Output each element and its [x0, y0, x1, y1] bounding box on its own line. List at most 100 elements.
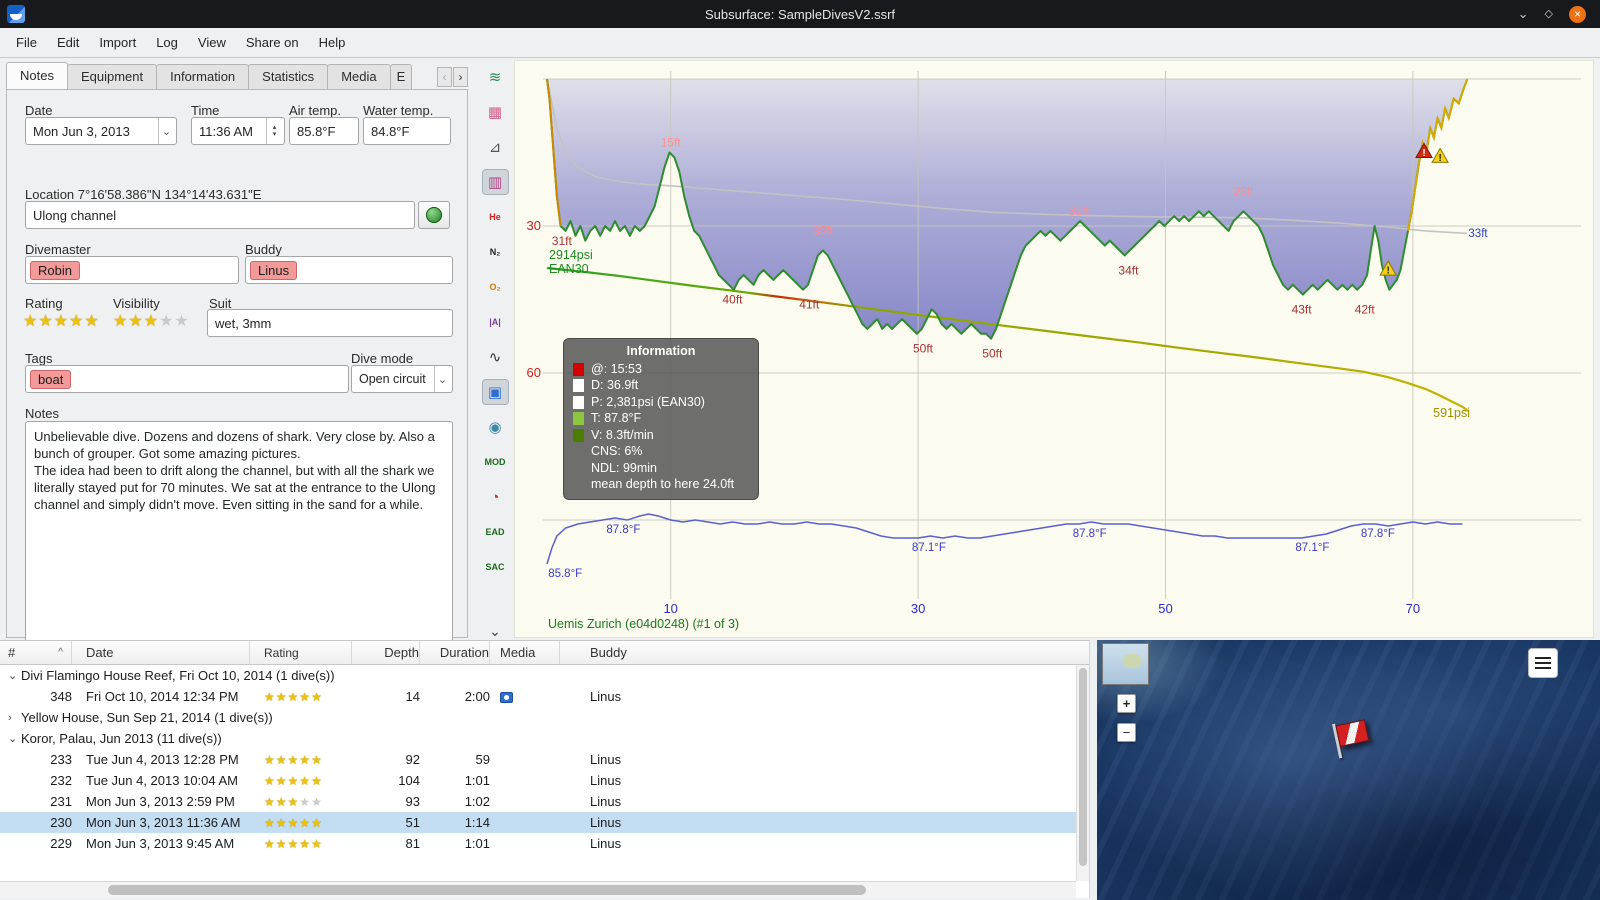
menu-file[interactable]: File [6, 31, 47, 54]
sac-icon[interactable]: SAC [482, 554, 509, 580]
svg-text:2914psi: 2914psi [549, 248, 593, 262]
column-header-buddy[interactable]: Buddy [560, 641, 1089, 664]
date-select[interactable]: Mon Jun 3, 2013 ⌄ [25, 117, 177, 145]
notes-label: Notes [25, 406, 59, 421]
scrollbar-thumb[interactable] [1079, 668, 1087, 866]
dive-row-230[interactable]: 230 Mon Jun 3, 2013 11:36 AM ★★★★★ 51 1:14 Li… [0, 812, 1076, 833]
tab-scroll-left-button[interactable]: ‹ [437, 67, 452, 87]
location-input[interactable]: Ulong channel [25, 201, 415, 229]
trip-row[interactable]: ⌄ Koror, Palau, Jun 2013 (11 dive(s)) [0, 728, 1076, 749]
helium-partial-pressure-icon[interactable]: He [482, 204, 509, 230]
rating-label: Rating [25, 296, 63, 311]
picture-heatmap-icon[interactable]: ▦ [482, 99, 509, 125]
gas-change-icon[interactable]: ◉ [482, 414, 509, 440]
nitrogen-partial-pressure-icon[interactable]: N₂ [482, 239, 509, 265]
legend-swatch [573, 412, 584, 425]
star-icon: ★ [264, 836, 276, 851]
map-zoom-out-button[interactable]: − [1117, 723, 1136, 742]
dive-row-232[interactable]: 232 Tue Jun 4, 2013 10:04 AM ★★★★★ 104 1:01 L… [0, 770, 1076, 791]
dive-list-vertical-scrollbar[interactable] [1076, 665, 1089, 881]
dive-list-header: # ^ Date Rating Depth Duration Media Buddy [0, 641, 1089, 665]
tab-notes[interactable]: Notes [6, 62, 68, 89]
air-density-icon[interactable]: |A| [482, 309, 509, 335]
column-header-rating[interactable]: Rating [250, 641, 352, 664]
dive-row-229[interactable]: 229 Mon Jun 3, 2013 9:45 AM ★★★★★ 81 1:01 Lin… [0, 833, 1076, 854]
map-zoom-in-button[interactable]: + [1117, 694, 1136, 713]
map-menu-button[interactable] [1528, 648, 1558, 678]
dive-list-horizontal-scrollbar[interactable] [0, 881, 1076, 898]
toolbar-scroll-down-button[interactable]: ⌄ [489, 623, 501, 640]
ndl-icon[interactable]: ◔ [482, 484, 509, 510]
minimize-button[interactable]: ⌄ [1518, 6, 1529, 22]
tags-input[interactable]: boat [25, 365, 349, 393]
window-title: Subsurface: SampleDivesV2.ssrf [704, 6, 896, 22]
tab-media[interactable]: Media [327, 64, 391, 89]
column-header-media[interactable]: Media [490, 641, 560, 664]
heart-rate-icon[interactable]: ∿ [482, 344, 509, 370]
svg-text:43ft: 43ft [1292, 303, 1313, 317]
menu-edit[interactable]: Edit [47, 31, 89, 54]
map-panel[interactable]: + − [1097, 640, 1600, 900]
column-header-date[interactable]: Date [72, 641, 250, 664]
ead-icon[interactable]: EAD [482, 519, 509, 545]
collapse-icon[interactable]: ⌄ [8, 732, 21, 745]
air-temp-input[interactable]: 85.8°F [289, 117, 359, 145]
dive-site-marker[interactable] [1329, 716, 1379, 766]
expand-icon[interactable]: › [8, 712, 21, 724]
dive-row-233[interactable]: 233 Tue Jun 4, 2013 12:28 PM ★★★★★ 92 59 Linu… [0, 749, 1076, 770]
dive-rating: ★★★★★ [250, 690, 352, 704]
menu-import[interactable]: Import [89, 31, 146, 54]
tab-information[interactable]: Information [156, 64, 250, 89]
svg-text:31ft: 31ft [552, 234, 573, 248]
zoom-profile-icon[interactable]: ▥ [481, 169, 509, 195]
menu-log[interactable]: Log [146, 31, 188, 54]
time-spinner-icon[interactable]: ▴ ▾ [266, 118, 282, 144]
water-temp-input[interactable]: 84.8°F [363, 117, 451, 145]
rating-stars[interactable]: ★★★★★ [23, 311, 100, 331]
menu-view[interactable]: View [188, 31, 236, 54]
map-location-button[interactable] [418, 201, 450, 229]
column-header-depth[interactable]: Depth [352, 641, 420, 664]
scrollbar-thumb[interactable] [108, 885, 866, 895]
buddy-chip[interactable]: Linus [250, 260, 298, 280]
media-icon[interactable] [500, 692, 513, 704]
dive-computer-icon[interactable]: ≋ [482, 64, 509, 90]
mod-icon[interactable]: MOD [482, 449, 509, 475]
tab-e[interactable]: E [389, 64, 413, 89]
suit-input[interactable]: wet, 3mm [207, 309, 453, 337]
dive-list: # ^ Date Rating Depth Duration Media Buddy ⌄ Div… [0, 640, 1090, 898]
tag-chip[interactable]: boat [30, 369, 72, 389]
show-photos-icon[interactable]: ▣ [481, 379, 509, 405]
column-header-[interactable]: # ^ [0, 641, 72, 664]
close-button[interactable]: × [1569, 5, 1586, 23]
column-header-duration[interactable]: Duration [420, 641, 490, 664]
trip-row[interactable]: ⌄ Divi Flamingo House Reef, Fri Oct 10, 2… [0, 665, 1076, 686]
divemaster-chip[interactable]: Robin [30, 260, 80, 280]
svg-text:50ft: 50ft [982, 347, 1003, 361]
tab-statistics[interactable]: Statistics [248, 64, 329, 89]
oxygen-partial-pressure-icon[interactable]: O₂ [482, 274, 509, 300]
info-box-line: V: 8.3ft/min [572, 427, 750, 444]
menu-share-on[interactable]: Share on [236, 31, 309, 54]
tab-equipment[interactable]: Equipment [66, 64, 158, 89]
trip-row[interactable]: › Yellow House, Sun Sep 21, 2014 (1 dive(… [0, 707, 1076, 728]
star-icon: ★ [174, 313, 190, 330]
divemaster-input[interactable]: Robin [25, 256, 239, 284]
dive-duration: 2:00 [464, 689, 490, 704]
dive-row-231[interactable]: 231 Mon Jun 3, 2013 2:59 PM ★★★★★ 93 1:02 Lin… [0, 791, 1076, 812]
map-overview-thumbnail[interactable] [1102, 643, 1149, 685]
buddy-input[interactable]: Linus [245, 256, 453, 284]
notes-textarea[interactable]: Unbelievable dive. Dozens and dozens of … [25, 421, 453, 653]
dive-mode-select[interactable]: Open circuit ⌄ [351, 365, 453, 393]
dive-profile-chart[interactable]: 33ft 85.8°F 87.8°F 87.1°F 87.8°F 87.1°F 87.8°F… [514, 60, 1594, 638]
dive-row-348[interactable]: 348 Fri Oct 10, 2014 12:34 PM ★★★★★ 14 2:00 L… [0, 686, 1076, 707]
time-input[interactable]: 11:36 AM ▴ ▾ [191, 117, 285, 145]
visibility-stars[interactable]: ★★★★★ [113, 311, 190, 331]
tab-scroll-right-button[interactable]: › [453, 67, 468, 87]
ruler-icon[interactable]: ⊿ [482, 134, 509, 160]
menu-help[interactable]: Help [309, 31, 356, 54]
collapse-icon[interactable]: ⌄ [8, 669, 21, 682]
star-icon: ★ [287, 752, 300, 767]
maximize-button[interactable]: ◇ [1545, 6, 1553, 22]
svg-text:40ft: 40ft [722, 293, 743, 307]
